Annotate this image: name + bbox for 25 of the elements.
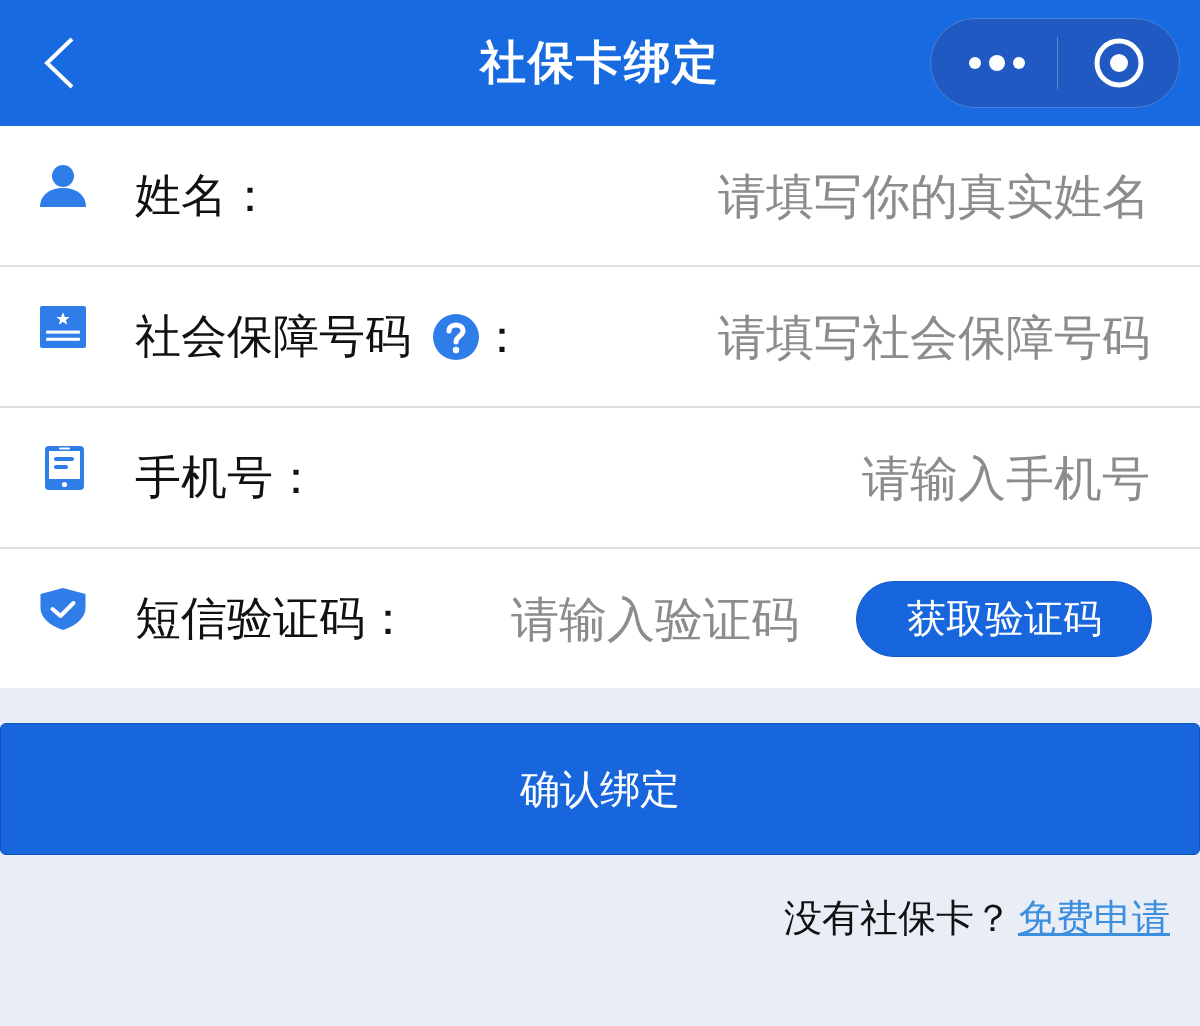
input-field[interactable]: 请填写社会保障号码 <box>545 304 1150 369</box>
apply-link[interactable]: 免费申请 <box>1018 893 1170 944</box>
input-field[interactable]: 请输入验证码 <box>511 586 811 651</box>
colon-text: ： <box>227 166 273 224</box>
phone-icon <box>45 445 84 490</box>
back-icon[interactable] <box>44 37 74 89</box>
get-code-button[interactable]: 获取验证码 <box>856 580 1152 657</box>
circle-dot-icon[interactable] <box>1094 38 1144 88</box>
field-label: 短信验证码 <box>135 589 365 647</box>
page-title: 社保卡绑定 <box>480 34 720 91</box>
colon-text: ： <box>479 307 525 365</box>
field-label: 手机号 <box>135 448 273 506</box>
input-field[interactable]: 请输入手机号 <box>339 445 1150 510</box>
colon-text: ： <box>273 448 319 506</box>
more-icon[interactable] <box>969 55 1025 71</box>
card-icon <box>40 305 86 348</box>
person-icon <box>40 164 86 207</box>
prompt-text: 没有社保卡？ <box>784 895 1012 942</box>
confirm-button[interactable]: 确认绑定 <box>0 723 1200 855</box>
help-icon[interactable] <box>433 313 479 360</box>
input-field[interactable]: 请填写你的真实姓名 <box>293 163 1150 228</box>
shield-check-icon <box>40 587 86 630</box>
colon-text: ： <box>365 589 411 647</box>
field-label: 姓名 <box>135 166 227 224</box>
field-label: 社会保障号码 <box>135 307 411 365</box>
